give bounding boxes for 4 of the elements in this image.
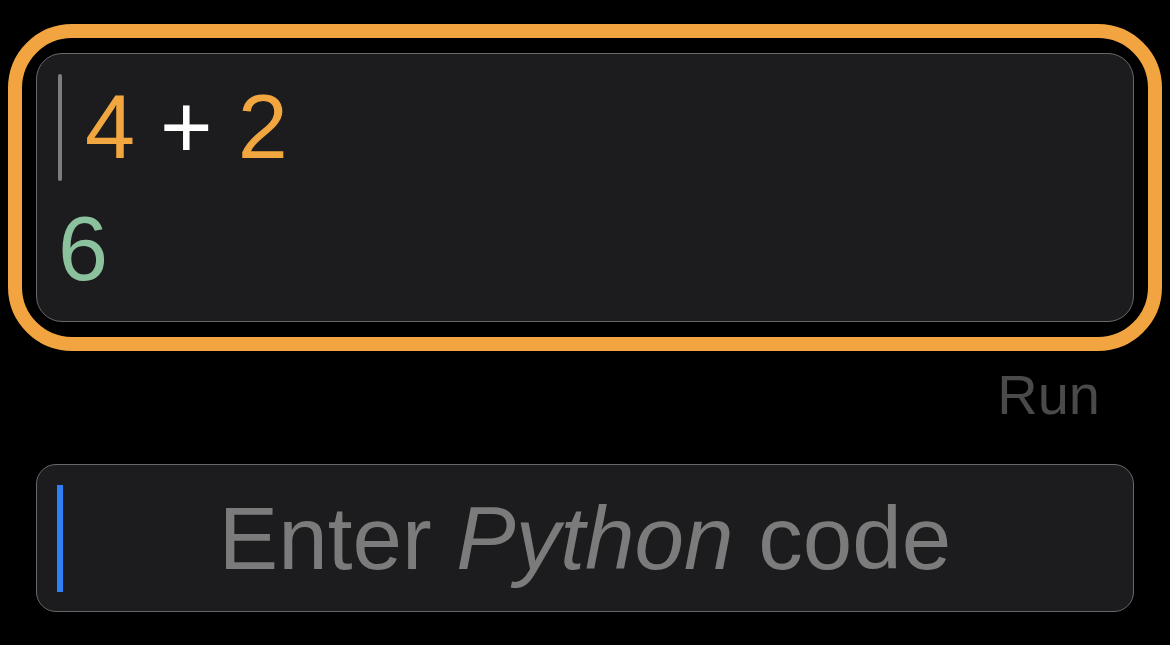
code-input-field[interactable]: Enter Python code	[36, 464, 1134, 612]
output-text: 6	[58, 198, 110, 301]
code-cell[interactable]: 4 + 2 6	[36, 53, 1134, 322]
code-text: 4 + 2	[85, 76, 288, 179]
